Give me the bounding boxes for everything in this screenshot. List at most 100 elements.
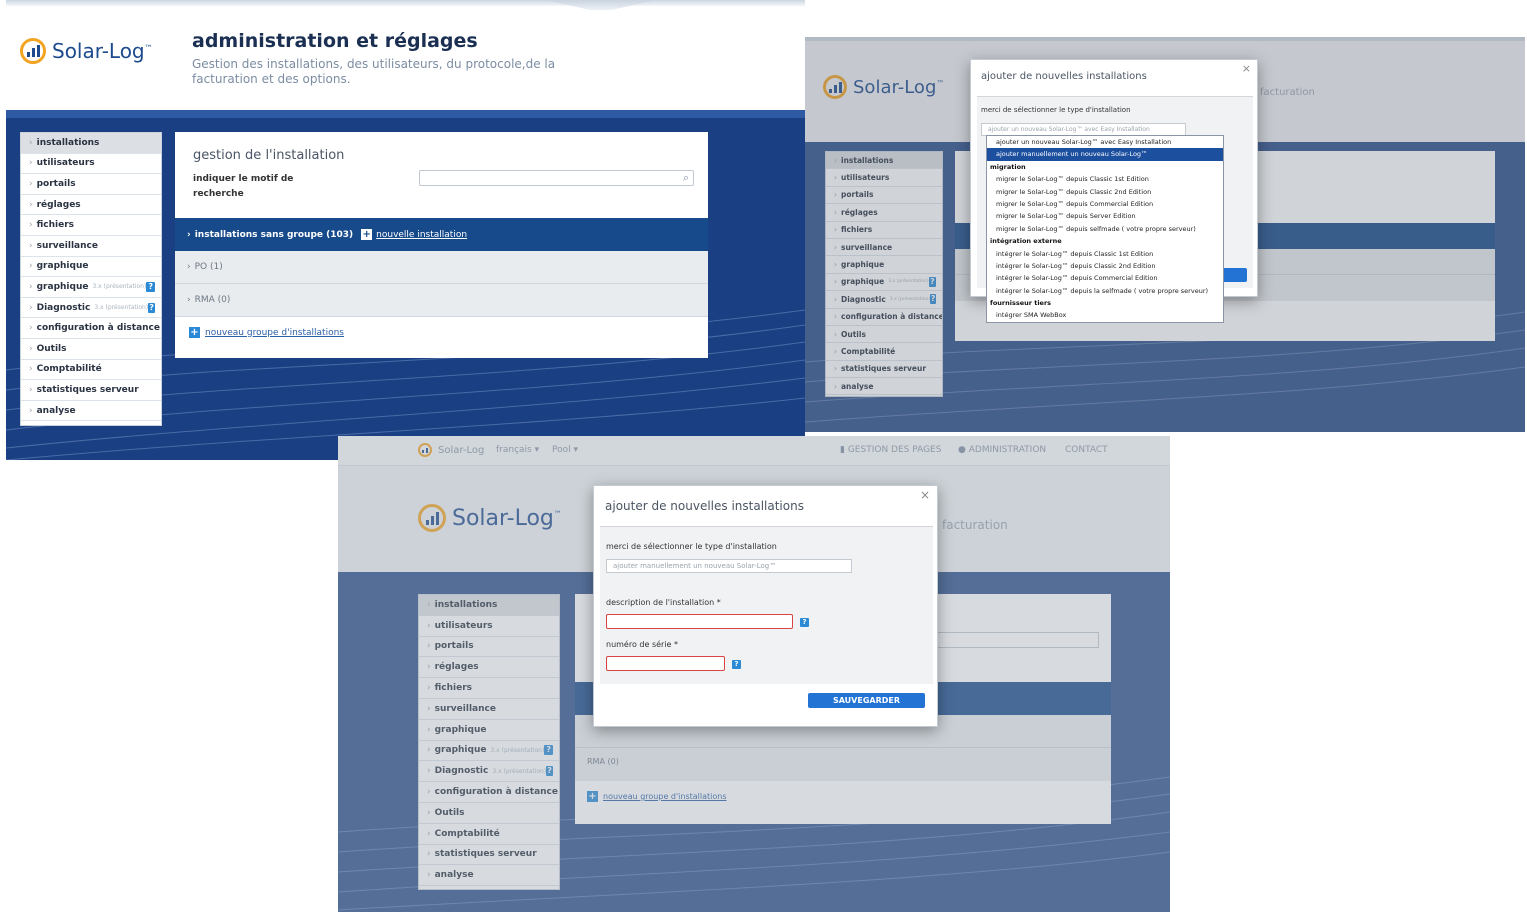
solar-log-logo[interactable]: Solar-Log™ xyxy=(20,38,153,64)
help-icon[interactable]: ? xyxy=(146,281,155,292)
description-help-icon[interactable]: ? xyxy=(800,618,809,627)
sidebar-item-graphique-7[interactable]: › graphique 3.x (présentation)? xyxy=(21,277,161,298)
chevron-right-icon: › xyxy=(29,158,33,169)
sidebar-item-label: portails xyxy=(36,178,76,189)
dropdown-option[interactable]: intégrer le Solar-Log™ depuis la selfmad… xyxy=(987,285,1223,297)
sidebar-item-label: Diagnostic xyxy=(36,302,91,313)
dropdown-option[interactable]: intégrer le Solar-Log™ depuis Classic 1s… xyxy=(987,248,1223,260)
sidebar-item-label: graphique xyxy=(36,281,89,292)
dropdown-option[interactable]: migrer le Solar-Log™ depuis Classic 1st … xyxy=(987,173,1223,185)
sidebar-item-portails-2[interactable]: › portails xyxy=(21,174,161,195)
chevron-right-icon: › xyxy=(29,281,33,292)
page-subtitle: Gestion des installations, des utilisate… xyxy=(192,57,556,86)
logo-icon xyxy=(20,38,46,64)
sidebar-item-statistiques-serveur-12[interactable]: › statistiques serveur xyxy=(21,380,161,401)
sidebar-item-label: surveillance xyxy=(36,240,98,251)
sidebar-item-hint: 3.x (présentation) xyxy=(92,283,147,291)
sidebar-item-analyse-13[interactable]: › analyse xyxy=(21,401,161,422)
page-title: administration et réglages xyxy=(192,30,478,52)
new-group-link[interactable]: nouveau groupe d'installations xyxy=(205,328,344,338)
chevron-right-icon: › xyxy=(29,240,33,251)
sidebar-item-hint: 3.x (présentation) xyxy=(94,304,149,312)
sidebar-item-graphique-6[interactable]: › graphique xyxy=(21,257,161,278)
close-icon[interactable]: × xyxy=(920,488,930,502)
sidebar-item-configuration-distance-9[interactable]: › configuration à distance xyxy=(21,318,161,339)
sidebar-item-comptabilit--11[interactable]: › Comptabilité xyxy=(21,360,161,381)
sidebar-item-label: analyse xyxy=(36,405,76,416)
add-icon: + xyxy=(361,229,373,240)
sidebar-item-fichiers-4[interactable]: › fichiers xyxy=(21,215,161,236)
new-installation-link[interactable]: nouvelle installation xyxy=(376,230,467,240)
group-row-rma[interactable]: › RMA (0) xyxy=(175,284,708,317)
type-select[interactable]: ajouter manuellement un nouveau Solar-Lo… xyxy=(606,559,852,573)
dropdown-option[interactable]: migrer le Solar-Log™ depuis Commercial E… xyxy=(987,198,1223,210)
description-input[interactable] xyxy=(606,614,793,629)
dropdown-option[interactable]: intégrer SMA WebBox xyxy=(987,309,1223,321)
sidebar-item-diagnostic-8[interactable]: › Diagnostic 3.x (présentation)? xyxy=(21,298,161,319)
type-label: merci de sélectionner le type d'installa… xyxy=(606,542,777,551)
sidebar-item-label: installations xyxy=(36,137,100,148)
description-label: description de l'installation * xyxy=(606,598,721,607)
search-input[interactable]: ⌕ xyxy=(419,170,694,186)
new-group[interactable]: + nouveau groupe d'installations xyxy=(189,327,344,338)
dropdown-option[interactable]: migrer le Solar-Log™ depuis selfmade ( v… xyxy=(987,223,1223,235)
top-rule xyxy=(6,0,805,6)
chevron-right-icon: › xyxy=(29,343,33,354)
sidebar-item-label: configuration à distance xyxy=(36,323,160,334)
chevron-right-icon: › xyxy=(29,137,33,148)
add-icon: + xyxy=(189,327,200,338)
modal-title: ajouter de nouvelles installations xyxy=(981,71,1147,82)
chevron-right-icon: › xyxy=(29,178,33,189)
chevron-right-icon: › xyxy=(29,323,33,334)
chevron-right-icon: › xyxy=(29,302,33,313)
chevron-right-icon: › xyxy=(29,220,33,231)
dropdown-group-header: intégration externe xyxy=(990,237,1062,246)
type-dropdown-list[interactable]: ajouter un nouveau Solar-Log™ avec Easy … xyxy=(986,135,1224,323)
sidebar-item-label: utilisateurs xyxy=(36,158,95,169)
chevron-right-icon: › xyxy=(29,199,33,210)
close-icon[interactable]: × xyxy=(1242,62,1251,75)
save-button[interactable]: SAUVEGARDER xyxy=(808,693,925,708)
sidebar-item-label: Outils xyxy=(36,343,67,354)
serial-input[interactable] xyxy=(606,656,725,671)
type-label: merci de sélectionner le type d'installa… xyxy=(981,106,1131,114)
sidebar-item-installations-0[interactable]: › installations xyxy=(21,133,161,154)
sidebar-item-label: fichiers xyxy=(36,220,75,231)
chevron-right-icon: › xyxy=(29,364,33,375)
dropdown-group-header: migration xyxy=(990,162,1026,171)
dropdown-option[interactable]: intégrer le Solar-Log™ depuis Commercial… xyxy=(987,272,1223,284)
dropdown-option[interactable]: intégrer le Solar-Log™ depuis Classic 2n… xyxy=(987,260,1223,272)
modal-title: ajouter de nouvelles installations xyxy=(605,499,804,513)
group-row-po[interactable]: › PO (1) xyxy=(175,251,708,284)
sidebar-item-surveillance-5[interactable]: › surveillance xyxy=(21,236,161,257)
modal-body: merci de sélectionner le type d'installa… xyxy=(600,526,933,684)
chevron-right-icon: › xyxy=(29,261,33,272)
dropdown-option[interactable]: ajouter un nouveau Solar-Log™ avec Easy … xyxy=(987,136,1223,148)
sidebar-item-r-glages-3[interactable]: › réglages xyxy=(21,195,161,216)
chevron-right-icon: › xyxy=(29,405,33,416)
serial-help-icon[interactable]: ? xyxy=(732,660,741,669)
help-icon[interactable]: ? xyxy=(148,302,155,313)
group-row-ungrouped[interactable]: › installations sans groupe (103) + nouve… xyxy=(175,218,708,251)
add-installation-dropdown-screen: Solar-Log™ facturation › installations › ut… xyxy=(805,37,1525,432)
dropdown-option[interactable]: migrer le Solar-Log™ depuis Server Editi… xyxy=(987,210,1223,222)
admin-screen-main: Solar-Log™ administration et réglages Ge… xyxy=(6,0,805,460)
serial-label: numéro de série * xyxy=(606,640,679,649)
add-installation-modal: ajouter de nouvelles installations × mer… xyxy=(593,485,938,727)
dropdown-group-header: fournisseur tiers xyxy=(990,299,1052,308)
sidebar-item-utilisateurs-1[interactable]: › utilisateurs xyxy=(21,154,161,175)
sidebar-item-label: statistiques serveur xyxy=(36,384,139,395)
sidebar-item-label: graphique xyxy=(36,261,89,272)
sidebar-item-outils-10[interactable]: › Outils xyxy=(21,339,161,360)
dropdown-option[interactable]: ajouter manuellement un nouveau Solar-Lo… xyxy=(987,148,1223,161)
chevron-right-icon: › xyxy=(29,384,33,395)
sidebar: › installations › utilisateurs › portails › rég… xyxy=(20,132,162,426)
add-installation-form-screen: Solar-Log français ▾ Pool ▾ ▮ GESTION DE… xyxy=(338,436,1170,912)
panel-title: gestion de l'installation xyxy=(193,148,345,163)
installation-panel: gestion de l'installation indiquer le mo… xyxy=(175,132,708,358)
search-label: indiquer le motif de recherche xyxy=(193,174,294,199)
sidebar-item-label: Comptabilité xyxy=(36,364,102,375)
search-icon[interactable]: ⌕ xyxy=(683,171,689,185)
sidebar-item-label: réglages xyxy=(36,199,81,210)
dropdown-option[interactable]: migrer le Solar-Log™ depuis Classic 2nd … xyxy=(987,186,1223,198)
